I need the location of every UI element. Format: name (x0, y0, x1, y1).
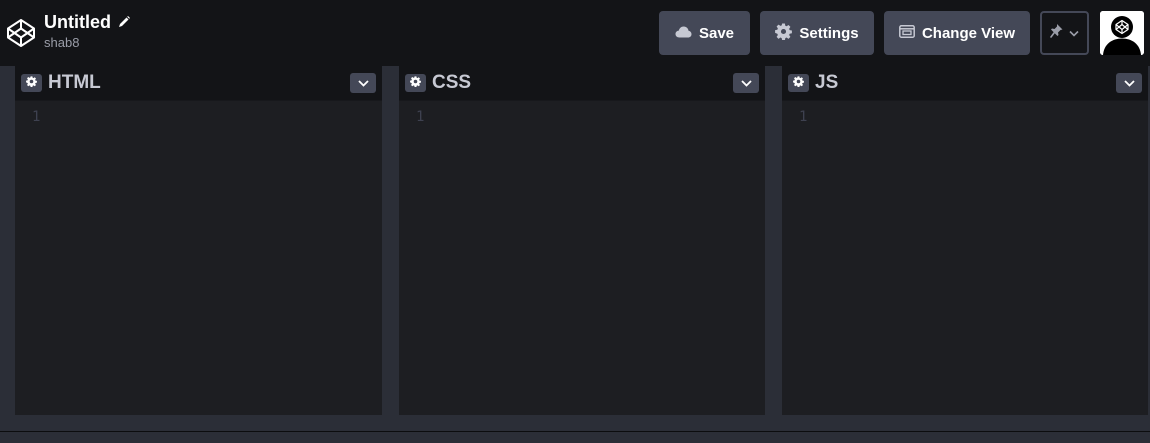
html-settings-button[interactable] (21, 74, 42, 92)
codepen-logo-icon[interactable] (6, 18, 36, 48)
chevron-down-icon (357, 74, 369, 92)
js-code-area[interactable] (822, 102, 1148, 415)
top-header: Untitled shab8 Save Settings Change View (0, 0, 1150, 66)
pen-title-block: Untitled shab8 (44, 11, 131, 50)
gear-icon (410, 74, 421, 92)
css-code-area[interactable] (439, 102, 765, 415)
chevron-down-icon (1069, 24, 1079, 42)
avatar[interactable] (1100, 11, 1144, 55)
html-editor-dropdown[interactable] (350, 73, 376, 93)
resize-bar[interactable] (0, 415, 1150, 432)
author-name[interactable]: shab8 (44, 36, 131, 50)
css-editor-header: CSS (399, 66, 765, 101)
js-editor-title: JS (815, 72, 839, 93)
pen-title[interactable]: Untitled (44, 11, 111, 33)
layout-icon (899, 24, 915, 42)
html-editor: HTML 1 (15, 66, 382, 415)
gear-icon (775, 23, 793, 44)
pencil-icon[interactable] (117, 15, 131, 29)
settings-button[interactable]: Settings (760, 11, 874, 55)
line-number: 1 (32, 109, 41, 125)
line-number: 1 (799, 109, 808, 125)
editor-panels: HTML 1 CSS 1 JS 1 (0, 66, 1150, 415)
js-editor-dropdown[interactable] (1116, 73, 1142, 93)
pin-dropdown-button[interactable] (1040, 11, 1089, 55)
chevron-down-icon (740, 74, 752, 92)
line-number: 1 (416, 109, 425, 125)
cloud-icon (675, 25, 692, 42)
html-editor-title: HTML (48, 72, 101, 93)
css-editor-dropdown[interactable] (733, 73, 759, 93)
gear-icon (26, 74, 37, 92)
css-editor-title: CSS (432, 72, 472, 93)
js-editor-header: JS (782, 66, 1148, 101)
css-settings-button[interactable] (405, 74, 426, 92)
change-view-button[interactable]: Change View (884, 11, 1030, 55)
change-view-label: Change View (921, 24, 1016, 42)
css-editor: CSS 1 (399, 66, 765, 415)
save-label: Save (698, 24, 735, 42)
pin-icon (1050, 23, 1064, 43)
js-settings-button[interactable] (788, 74, 809, 92)
chevron-down-icon (1123, 74, 1135, 92)
save-button[interactable]: Save (659, 11, 750, 55)
gear-icon (793, 74, 804, 92)
settings-label: Settings (799, 24, 859, 42)
html-editor-header: HTML (15, 66, 382, 101)
js-editor: JS 1 (782, 66, 1148, 415)
result-pane-edge (0, 432, 1150, 443)
html-code-area[interactable] (55, 102, 382, 415)
